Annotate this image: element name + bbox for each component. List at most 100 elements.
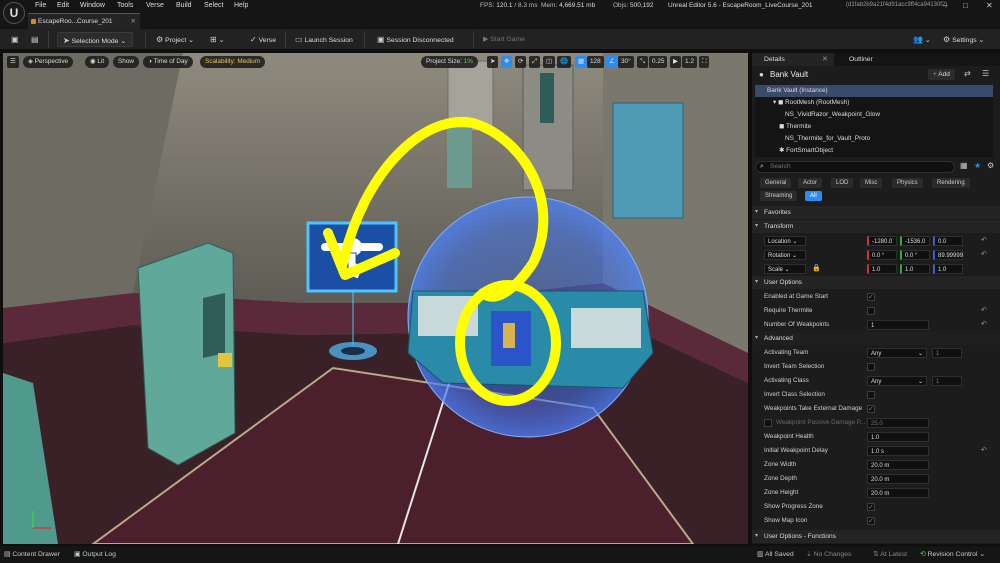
scale-icon[interactable]: ⤢	[529, 56, 541, 68]
tree-item-thermite-fx[interactable]: NS_Thermite_for_Vault_Proto	[755, 133, 993, 145]
rotate-icon[interactable]: ⟳	[515, 56, 527, 68]
lock-icon[interactable]: 🔒	[812, 262, 821, 276]
grid-snap-icon[interactable]: ▦	[575, 56, 588, 68]
tree-item-glow[interactable]: NS_VividRazor_Weakpoint_Glow	[755, 109, 993, 121]
menu-select[interactable]: Select	[204, 2, 223, 9]
gear-icon[interactable]: ⚙	[987, 161, 994, 170]
tab-details-close-icon[interactable]: ✕	[822, 53, 828, 66]
lit-button[interactable]: ◉ Lit	[85, 56, 110, 68]
scale-x-field[interactable]: 1.0	[867, 264, 897, 274]
filter-lod[interactable]: LOD	[831, 178, 854, 188]
tree-item-root[interactable]: Bank Vault (Instance)	[755, 85, 993, 97]
weakpoint-health-field[interactable]: 1.0	[867, 432, 929, 442]
tab-outliner[interactable]: Outliner	[837, 53, 873, 66]
filter-streaming[interactable]: Streaming	[760, 191, 798, 201]
camera-speed-value[interactable]: 1.2	[682, 56, 697, 68]
activating-class-number[interactable]: 1	[932, 376, 962, 386]
content-drawer-button[interactable]: ▤ Content Drawer	[4, 549, 60, 560]
maximize-viewport-icon[interactable]: ⛶	[699, 56, 710, 68]
verse-button[interactable]: ✓ Verse	[245, 32, 281, 47]
activating-team-number[interactable]: 1	[932, 348, 962, 358]
initial-weakpoint-delay-field[interactable]: 1.0 s	[867, 446, 929, 456]
filter-all[interactable]: All	[805, 191, 822, 201]
rotation-snap-icon[interactable]: ∠	[606, 56, 618, 68]
property-matrix-icon[interactable]: ▦	[960, 161, 968, 170]
viewport-menu-icon[interactable]: ☰	[7, 56, 19, 68]
filter-actor[interactable]: Actor	[798, 178, 823, 188]
time-of-day-button[interactable]: ◑ Time of Day	[143, 56, 193, 68]
zone-depth-field[interactable]: 20.0 m	[867, 474, 929, 484]
reset-arrow-icon[interactable]: ↶	[981, 248, 987, 262]
menu-file[interactable]: File	[35, 2, 46, 9]
number-of-weakpoints-field[interactable]: 1	[867, 320, 929, 330]
details-search[interactable]: ⌕ Search	[755, 161, 955, 173]
favorites-star-icon[interactable]: ★	[974, 161, 981, 170]
rotation-snap-value[interactable]: 30°	[618, 56, 634, 68]
settings-button[interactable]: ⚙ Settings ⌄	[938, 32, 989, 47]
show-map-icon-checkbox[interactable]	[867, 515, 875, 529]
tree-item-smartobject[interactable]: ✱ FortSmartObject	[755, 145, 993, 157]
save-icon[interactable]: ▣	[6, 32, 24, 47]
section-transform[interactable]: Transform	[752, 220, 1000, 233]
weakpoint-passive-damage-field[interactable]: 25.0	[867, 418, 929, 428]
zone-height-field[interactable]: 20.0 m	[867, 488, 929, 498]
menu-tools[interactable]: Tools	[117, 2, 133, 9]
scale-snap-value[interactable]: 0.25	[649, 56, 668, 68]
surface-snap-icon[interactable]: ◫	[543, 56, 556, 68]
show-button[interactable]: Show	[113, 56, 139, 68]
tree-item-rootmesh[interactable]: ▾ ◼ RootMesh (RootMesh)	[755, 97, 993, 109]
add-content-dropdown[interactable]: ⊞ ⌄	[205, 32, 229, 47]
menu-help[interactable]: Help	[234, 2, 248, 9]
camera-speed-icon[interactable]: ▶	[670, 56, 681, 68]
show-progress-zone-checkbox[interactable]	[867, 501, 875, 515]
at-latest-indicator[interactable]: ⇅ At Latest	[873, 549, 907, 560]
section-favorites[interactable]: Favorites	[752, 206, 1000, 219]
activating-class-dropdown[interactable]: Any ⌄	[867, 376, 927, 386]
output-log-button[interactable]: ▣ Output Log	[74, 549, 116, 560]
activating-team-dropdown[interactable]: Any ⌄	[867, 348, 927, 358]
rotation-dropdown[interactable]: Rotation ⌄	[764, 250, 806, 260]
location-x-field[interactable]: -1280.0	[867, 236, 897, 246]
location-z-field[interactable]: 0.0	[933, 236, 963, 246]
location-y-field[interactable]: -1536.0	[900, 236, 930, 246]
weakpoints-external-damage-checkbox[interactable]	[867, 403, 875, 417]
filter-misc[interactable]: Misc	[860, 178, 883, 188]
menu-verse[interactable]: Verse	[146, 2, 164, 9]
filter-general[interactable]: General	[760, 178, 792, 188]
tab-level[interactable]: EscapeRoo...Course_201 ✕	[28, 13, 140, 29]
rotation-x-field[interactable]: 0.0 °	[867, 250, 897, 260]
filter-physics[interactable]: Physics	[892, 178, 923, 188]
scale-dropdown[interactable]: Scale ⌄	[764, 264, 806, 274]
zone-width-field[interactable]: 20.0 m	[867, 460, 929, 470]
tab-close-icon[interactable]: ✕	[131, 14, 136, 29]
weakpoint-passive-damage-checkbox[interactable]	[764, 419, 772, 427]
section-user-options[interactable]: User Options	[752, 276, 1000, 289]
level-viewport[interactable]: ☰ ◈ Perspective ◉ Lit Show ◑ Time of Day…	[3, 53, 748, 544]
grid-size-value[interactable]: 128	[587, 56, 604, 68]
scalability-button[interactable]: Scalability: Medium	[200, 56, 266, 68]
section-advanced[interactable]: Advanced	[752, 332, 1000, 345]
section-user-options-functions[interactable]: User Options - Functions	[752, 530, 1000, 543]
menu-build[interactable]: Build	[176, 2, 192, 9]
collaborators-icon[interactable]: 👥 ⌄	[908, 32, 936, 47]
scale-snap-icon[interactable]: ⤡	[637, 56, 649, 68]
tab-details[interactable]: Details ✕	[752, 53, 834, 66]
unreal-logo-icon[interactable]: U	[3, 2, 25, 24]
rotation-y-field[interactable]: 0.0 °	[900, 250, 930, 260]
enabled-at-game-start-checkbox[interactable]	[867, 291, 875, 305]
minimize-icon[interactable]: –	[943, 1, 947, 10]
close-icon[interactable]: ✕	[986, 1, 993, 10]
location-dropdown[interactable]: Location ⌄	[764, 236, 806, 246]
perspective-button[interactable]: ◈ Perspective	[23, 56, 74, 68]
maximize-icon[interactable]: □	[963, 1, 968, 10]
menu-window[interactable]: Window	[80, 2, 105, 9]
world-local-icon[interactable]: 🌐	[557, 56, 571, 68]
project-dropdown[interactable]: ⚙ Project ⌄	[151, 32, 199, 47]
selection-mode-dropdown[interactable]: ➤ Selection Mode ⌄	[57, 32, 133, 47]
invert-team-selection-checkbox[interactable]	[867, 363, 875, 371]
project-size-indicator[interactable]: Project Size: 1%	[421, 56, 478, 68]
tree-item-thermite[interactable]: ◼ Thermite	[755, 121, 993, 133]
content-browser-icon[interactable]: ▤	[26, 32, 44, 47]
add-component-button[interactable]: + Add	[928, 69, 955, 80]
menu-edit[interactable]: Edit	[57, 2, 69, 9]
